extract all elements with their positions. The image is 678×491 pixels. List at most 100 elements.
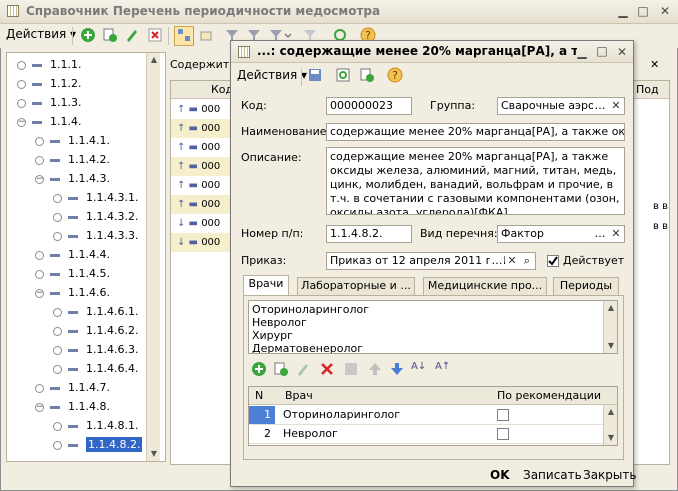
tree-item[interactable]: − 1.1.4.8. xyxy=(35,397,110,416)
scroll-down-icon[interactable]: ▼ xyxy=(604,339,617,353)
up-level-icon[interactable] xyxy=(196,26,216,46)
list-item[interactable]: ↑ ▬ 000 xyxy=(171,176,233,195)
grid-add-icon[interactable] xyxy=(251,361,267,377)
tree-item[interactable]: 1.1.1. xyxy=(17,55,82,74)
add-icon[interactable] xyxy=(78,26,98,46)
tree-item[interactable]: 1.1.4.8.1. xyxy=(53,416,138,435)
actions-menu[interactable]: Действия ▾ xyxy=(6,27,76,41)
number-field[interactable]: 1.1.4.8.2. xyxy=(326,225,412,243)
order-clear-icon[interactable]: ✕ xyxy=(505,253,519,269)
move-down-icon[interactable] xyxy=(389,361,405,377)
recommend-checkbox[interactable] xyxy=(497,409,509,421)
tree-item[interactable]: 1.1.4.3.3. xyxy=(53,226,138,245)
description-field[interactable]: содержащие менее 20% марганца[РА], а так… xyxy=(326,147,625,215)
collapse-icon[interactable]: − xyxy=(35,288,44,298)
list-type-select-button[interactable]: … xyxy=(593,226,607,242)
tree-item[interactable]: 1.1.4.4. xyxy=(35,245,110,264)
list-item[interactable]: ↑ ▬ 000 xyxy=(171,157,233,176)
tree-item[interactable]: 1.1.4.5. xyxy=(35,264,110,283)
close-icon[interactable]: ✕ xyxy=(658,4,672,18)
copy-icon[interactable] xyxy=(100,26,120,46)
list-type-clear-icon[interactable]: ✕ xyxy=(609,226,623,242)
tree-view-icon[interactable] xyxy=(174,26,194,46)
tree-item[interactable]: − 1.1.4.3. xyxy=(35,169,110,188)
name-field[interactable]: содержащие менее 20% марганца[РА], а так… xyxy=(326,123,625,141)
write-button[interactable]: Записать xyxy=(523,468,582,482)
minimize-icon[interactable]: ▁ xyxy=(616,4,630,18)
dialog-close-icon[interactable]: ✕ xyxy=(615,45,629,59)
sort-asc-icon[interactable]: A↓ xyxy=(411,361,427,377)
collapse-icon[interactable]: − xyxy=(17,117,26,127)
list-item[interactable]: ↑ ▬ 000 xyxy=(171,100,233,119)
tree-item[interactable]: 1.1.3. xyxy=(17,93,82,112)
reread-icon[interactable] xyxy=(335,67,353,85)
tree-node-icon xyxy=(35,383,44,393)
tree-item[interactable]: 1.1.4.6.3. xyxy=(53,340,138,359)
ok-button[interactable]: OK xyxy=(490,468,510,482)
scroll-up-icon[interactable]: ▲ xyxy=(604,301,617,315)
list-item[interactable]: ↑ ▬ 000 xyxy=(171,119,233,138)
grid-edit-icon[interactable] xyxy=(295,361,311,377)
tree-item[interactable]: 1.1.2. xyxy=(17,74,82,93)
scroll-up-icon[interactable]: ▲ xyxy=(147,53,161,67)
item-icon xyxy=(68,196,78,200)
group-clear-icon[interactable]: ✕ xyxy=(609,98,623,114)
list-item[interactable]: ↓ ▬ 000 xyxy=(171,214,233,233)
tab-lab[interactable]: Лабораторные и ... xyxy=(297,277,415,295)
dialog-help-icon[interactable]: ? xyxy=(387,67,405,85)
dialog-actions-menu[interactable]: Действия ▾ xyxy=(237,68,307,82)
tree-item[interactable]: − 1.1.4.6. xyxy=(35,283,110,302)
tree-item[interactable]: 1.1.4.7. xyxy=(35,378,110,397)
maximize-icon[interactable]: □ xyxy=(636,4,650,18)
grid-end-edit-icon[interactable] xyxy=(343,361,359,377)
scroll-down-icon[interactable]: ▼ xyxy=(147,447,161,461)
list-item[interactable]: ↓ ▬ 000 xyxy=(171,233,233,252)
grid-delete-icon[interactable] xyxy=(319,361,335,377)
tree-item[interactable]: 1.1.4.3.1. xyxy=(53,188,138,207)
scroll-down-icon[interactable]: ▼ xyxy=(604,431,618,445)
tab-periods[interactable]: Периоды xyxy=(553,277,619,295)
edit-icon[interactable] xyxy=(122,26,142,46)
tree-panel[interactable]: 1.1.1. 1.1.2. 1.1.3. − 1.1.4. 1.1.4.1. 1.1.4.2… xyxy=(6,52,166,462)
collapse-icon[interactable]: − xyxy=(35,402,44,412)
grid-copy-icon[interactable] xyxy=(273,361,289,377)
list-item[interactable]: ↑ ▬ 000 xyxy=(171,138,233,157)
recommend-checkbox[interactable] xyxy=(497,428,509,440)
dialog-maximize-icon[interactable]: □ xyxy=(595,44,609,58)
tree-item[interactable]: 1.1.4.3.2. xyxy=(53,207,138,226)
tree-item[interactable]: 1.1.4.8.2. xyxy=(53,435,143,454)
delete-icon[interactable] xyxy=(145,26,165,46)
copy-element-icon[interactable] xyxy=(359,67,377,85)
grid-scrollbar[interactable]: ▲ ▼ xyxy=(603,405,617,445)
order-select-button[interactable]: … xyxy=(490,253,504,269)
table-row[interactable]: 2 Невролог xyxy=(249,425,603,444)
dialog-minimize-icon[interactable]: ▁ xyxy=(575,45,589,59)
code-field[interactable]: 000000023 xyxy=(326,97,412,115)
right-cell: в в xyxy=(653,221,668,232)
tree-item[interactable]: 1.1.4.6.2. xyxy=(53,321,138,340)
scroll-up-icon[interactable]: ▲ xyxy=(604,405,618,419)
list-item[interactable]: ↑ ▬ 000 xyxy=(171,195,233,214)
active-checkbox[interactable] xyxy=(547,255,559,267)
save-and-close-icon[interactable] xyxy=(307,67,325,85)
tree-item[interactable]: 1.1.4.6.4. xyxy=(53,359,138,378)
filter-clear-icon[interactable]: ✕ xyxy=(650,58,664,72)
tab-medical[interactable]: Медицинские про... xyxy=(423,277,547,295)
doctors-textarea-scrollbar[interactable]: ▲ ▼ xyxy=(603,301,617,353)
doctors-textarea[interactable]: Оториноларинголог Невролог Хирург Дерматове… xyxy=(248,300,618,354)
tree-item[interactable]: 1.1.4.6.1. xyxy=(53,302,138,321)
table-row[interactable]: 1 Оториноларинголог xyxy=(249,406,603,425)
tree-item[interactable]: 1.1.4.1. xyxy=(35,131,110,150)
order-search-icon[interactable]: ⌕ xyxy=(520,253,534,269)
doctors-grid[interactable]: N Врач По рекомендации 1 Оториноларинголо… xyxy=(248,386,618,446)
tree-scrollbar[interactable]: ▲ ▼ xyxy=(146,53,160,461)
tree-item[interactable]: 1.1.4.2. xyxy=(35,150,110,169)
group-select-button[interactable]: … xyxy=(593,98,607,114)
tree-item[interactable]: − 1.1.4. xyxy=(17,112,82,131)
collapse-icon[interactable]: − xyxy=(35,174,44,184)
item-icon xyxy=(32,82,42,86)
tab-doctors[interactable]: Врачи xyxy=(243,275,289,295)
sort-desc-icon[interactable]: A↑ xyxy=(435,361,451,377)
close-button[interactable]: Закрыть xyxy=(583,468,636,482)
move-up-icon[interactable] xyxy=(367,361,383,377)
